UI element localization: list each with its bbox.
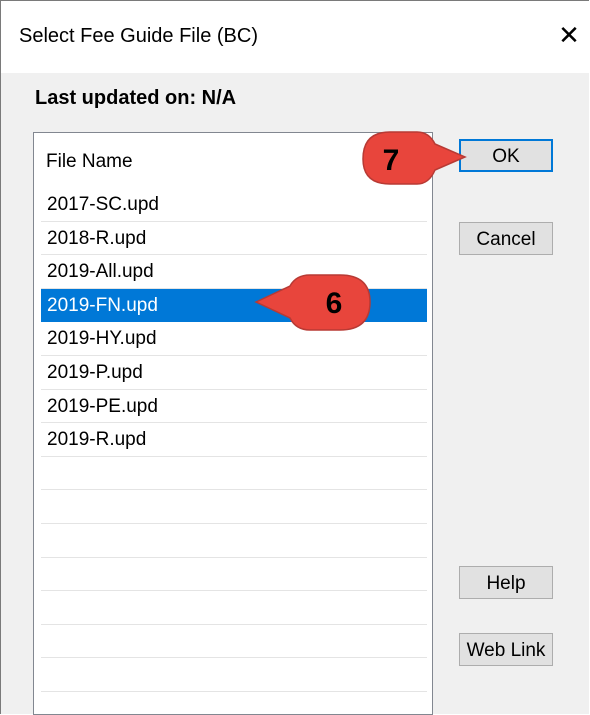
fee-guide-dialog: Select Fee Guide File (BC) ✕ Last update… — [0, 0, 589, 715]
file-list[interactable]: File Name 2017-SC.upd 2018-R.upd 2019-Al… — [33, 132, 433, 715]
callout-7-shape — [362, 131, 467, 185]
step-7-callout: 7 — [362, 131, 467, 185]
empty-row — [41, 591, 427, 625]
empty-row — [41, 658, 427, 692]
empty-row — [41, 457, 427, 491]
callout-6-number: 6 — [326, 287, 343, 320]
step-6-callout: 6 — [254, 274, 371, 331]
callout-6-shape — [254, 274, 371, 331]
web-link-button[interactable]: Web Link — [459, 633, 553, 666]
callout-7-number: 7 — [383, 144, 400, 177]
window-title: Select Fee Guide File (BC) — [19, 25, 258, 47]
close-icon[interactable]: ✕ — [552, 18, 586, 52]
list-item[interactable]: 2018-R.upd — [41, 222, 427, 256]
empty-row — [41, 625, 427, 659]
empty-row — [41, 524, 427, 558]
list-item[interactable]: 2019-PE.upd — [41, 390, 427, 424]
file-rows: 2017-SC.upd 2018-R.upd 2019-All.upd 2019… — [41, 188, 427, 714]
empty-row — [41, 692, 427, 714]
empty-row — [41, 490, 427, 524]
list-item[interactable]: 2019-R.upd — [41, 423, 427, 457]
cancel-button[interactable]: Cancel — [459, 222, 553, 255]
title-bar: Select Fee Guide File (BC) ✕ — [1, 1, 589, 73]
list-item[interactable]: 2019-P.upd — [41, 356, 427, 390]
empty-row — [41, 558, 427, 592]
file-name-column-header: File Name — [46, 151, 133, 172]
last-updated-label: Last updated on: N/A — [35, 87, 237, 109]
help-button[interactable]: Help — [459, 566, 553, 599]
